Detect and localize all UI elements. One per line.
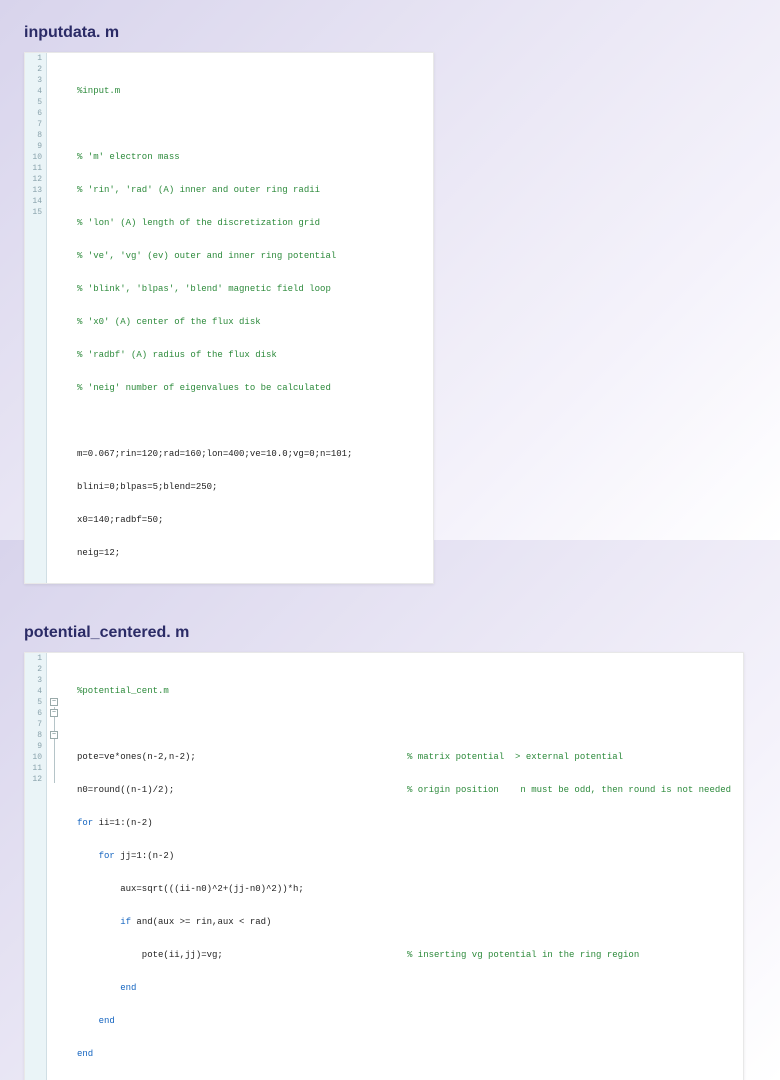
fold-toggle-icon[interactable]: − <box>50 709 58 717</box>
code-body[interactable]: %input.m % 'm' electron mass % 'rin', 'r… <box>47 53 433 583</box>
line-gutter: 12345 678910 1112131415 <box>25 53 47 583</box>
comment: % 'm' electron mass <box>77 152 180 162</box>
keyword-for: for <box>77 818 93 828</box>
code-line: m=0.067;rin=120;rad=160;lon=400;ve=10.0;… <box>77 449 352 459</box>
code-body[interactable]: − − − %potential_cent.m pote=ve*ones(n-2… <box>47 653 743 1080</box>
fold-toggle-icon[interactable]: − <box>50 698 58 706</box>
fold-column: − − − <box>47 653 67 1080</box>
keyword-end: end <box>120 983 136 993</box>
comment: %input.m <box>77 86 120 96</box>
fold-toggle-icon[interactable]: − <box>50 731 58 739</box>
code-line: pote=ve*ones(n-2,n-2); <box>77 752 407 763</box>
file-title: inputdata. m <box>0 0 780 52</box>
file-title: potential_centered. m <box>0 584 780 652</box>
line-gutter: 12345 678910 1112 <box>25 653 47 1080</box>
comment: %potential_cent.m <box>77 686 169 696</box>
fold-column <box>47 53 67 583</box>
code-editor-inputdata[interactable]: 12345 678910 1112131415 %input.m % 'm' e… <box>24 52 434 584</box>
code-editor-potential[interactable]: 12345 678910 1112 − − − %potential_cent.… <box>24 652 744 1080</box>
keyword-if: if <box>120 917 131 927</box>
